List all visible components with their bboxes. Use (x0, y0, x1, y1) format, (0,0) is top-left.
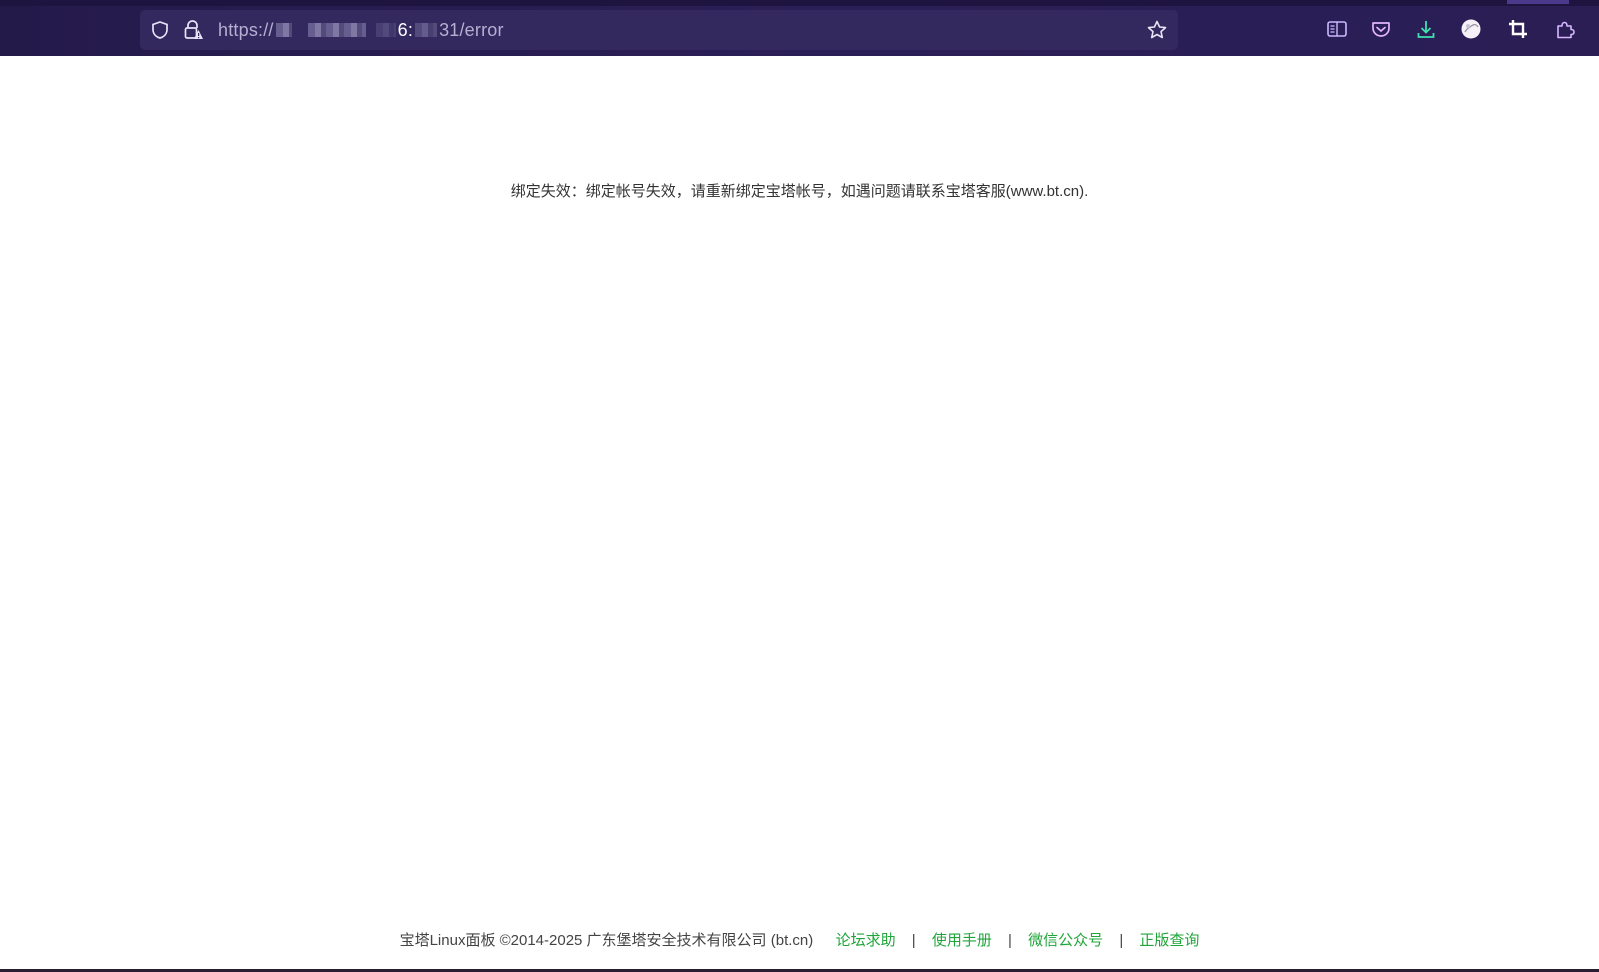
redacted-host-part (415, 23, 438, 37)
profile-avatar-icon[interactable] (1460, 18, 1482, 40)
page-footer: 宝塔Linux面板 ©2014-2025 广东堡塔安全技术有限公司 (bt.cn… (0, 929, 1599, 950)
error-message: 绑定失效：绑定帐号失效，请重新绑定宝塔帐号，如遇问题请联系宝塔客服(www.bt… (510, 183, 1089, 200)
tab-accent-line (1507, 0, 1569, 4)
footer-link-forum[interactable]: 论坛求助 (836, 932, 896, 949)
footer-separator: | (1008, 932, 1012, 949)
crop-screenshot-icon[interactable] (1507, 18, 1529, 40)
redacted-host-part (307, 23, 366, 37)
shield-icon[interactable] (149, 19, 171, 41)
address-bar[interactable]: https:// 6: 31/error (140, 10, 1178, 50)
browser-toolbar: https:// 6: 31/error (0, 0, 1599, 56)
footer-link-license-check[interactable]: 正版查询 (1139, 932, 1199, 949)
redacted-host-part (375, 23, 396, 37)
url-path: 31/error (439, 19, 504, 40)
url-scheme: https:// (218, 19, 274, 40)
footer-separator: | (911, 932, 916, 949)
reader-view-icon[interactable] (1326, 18, 1348, 40)
pocket-icon[interactable] (1370, 18, 1392, 40)
extensions-icon[interactable] (1554, 18, 1576, 40)
footer-copyright: 宝塔Linux面板 ©2014-2025 广东堡塔安全技术有限公司 (bt.cn… (399, 932, 814, 949)
download-icon[interactable] (1415, 18, 1437, 40)
footer-link-manual[interactable]: 使用手册 (932, 932, 992, 949)
bookmark-star-icon[interactable] (1146, 19, 1168, 41)
lock-warning-icon[interactable] (182, 19, 204, 41)
url-host-visible: 6: (397, 19, 414, 40)
footer-separator: | (1119, 932, 1124, 949)
redacted-host-part (275, 23, 292, 37)
footer-link-wechat[interactable]: 微信公众号 (1028, 932, 1103, 949)
url-text[interactable]: https:// 6: 31/error (218, 20, 504, 40)
